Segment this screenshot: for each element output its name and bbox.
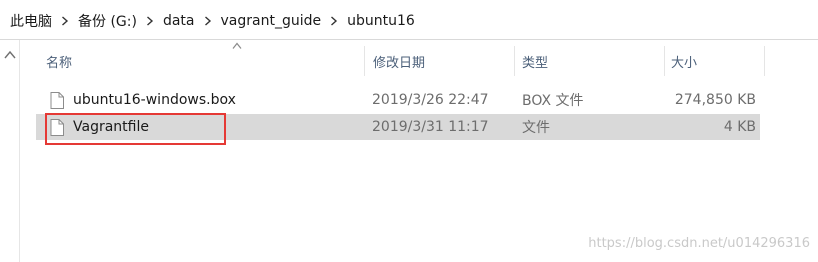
file-name-cell[interactable]: ubuntu16-windows.box (50, 87, 236, 113)
breadcrumb: 此电脑 备份 (G:) data vagrant_guide ubuntu16 (8, 10, 417, 32)
file-date: 2019/3/26 22:47 (372, 92, 489, 108)
file-type: 文件 (522, 120, 550, 136)
document-icon (50, 91, 64, 109)
column-header-row: 名称 修改日期 类型 大小 (36, 42, 766, 78)
breadcrumb-item-drive[interactable]: 备份 (G:) (76, 11, 139, 31)
chevron-right-icon[interactable] (197, 16, 219, 26)
file-row[interactable]: ubuntu16-windows.box 2019/3/26 22:47 BOX… (36, 87, 760, 113)
file-name: Vagrantfile (73, 119, 149, 135)
watermark: https://blog.csdn.net/u014296316 (588, 236, 810, 251)
column-header-date[interactable]: 修改日期 (363, 44, 513, 78)
breadcrumb-item-ubuntu16[interactable]: ubuntu16 (345, 13, 417, 29)
column-header-type[interactable]: 类型 (512, 44, 662, 78)
file-type: BOX 文件 (522, 93, 584, 109)
vertical-scrollbar[interactable] (0, 40, 20, 262)
chevron-right-icon[interactable] (54, 16, 76, 26)
file-date: 2019/3/31 11:17 (372, 119, 489, 135)
column-header-size[interactable]: 大小 (661, 44, 761, 78)
file-size: 274,850 KB (674, 92, 756, 108)
column-header-date-label: 修改日期 (373, 55, 426, 71)
breadcrumb-item-data[interactable]: data (161, 13, 197, 29)
breadcrumb-item-this-pc[interactable]: 此电脑 (8, 11, 54, 31)
column-header-type-label: 类型 (522, 55, 549, 71)
file-size: 4 KB (723, 119, 756, 135)
file-row-selected[interactable]: Vagrantfile 2019/3/31 11:17 文件 4 KB (36, 114, 760, 140)
address-bar[interactable]: 此电脑 备份 (G:) data vagrant_guide ubuntu16 (0, 0, 818, 40)
chevron-right-icon[interactable] (139, 16, 161, 26)
scroll-up-icon[interactable] (4, 50, 16, 60)
column-header-size-label: 大小 (671, 55, 698, 71)
column-header-name[interactable]: 名称 (36, 44, 364, 78)
chevron-right-icon[interactable] (323, 16, 345, 26)
document-icon (50, 118, 64, 136)
breadcrumb-item-vagrant-guide[interactable]: vagrant_guide (219, 13, 324, 29)
column-header-name-label: 名称 (46, 55, 73, 71)
file-name-cell[interactable]: Vagrantfile (50, 114, 149, 140)
column-divider[interactable] (764, 46, 765, 76)
file-name: ubuntu16-windows.box (73, 92, 236, 108)
file-explorer-window: 此电脑 备份 (G:) data vagrant_guide ubuntu16 (0, 0, 818, 262)
